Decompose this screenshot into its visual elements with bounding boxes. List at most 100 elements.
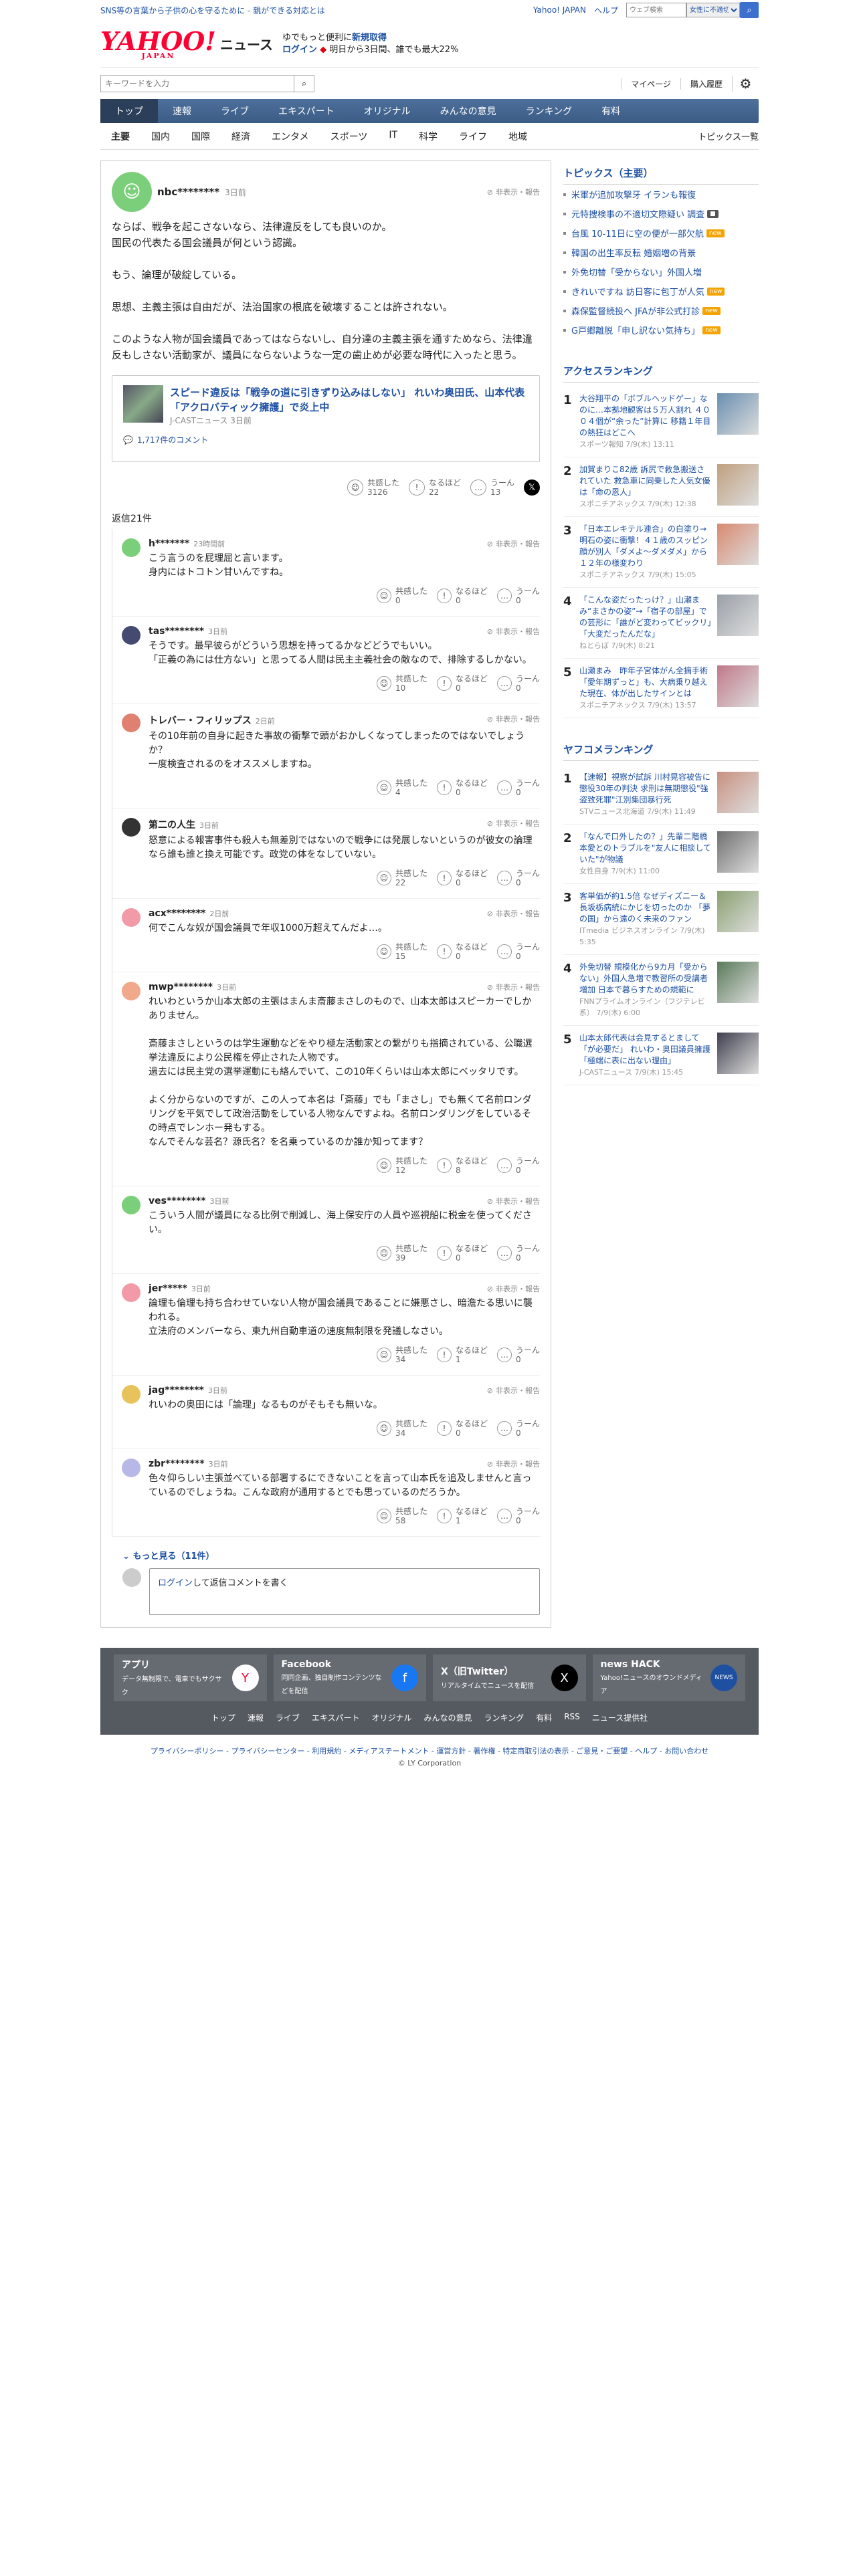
promo-login-link[interactable]: ログイン [282, 45, 317, 55]
rank-title[interactable]: 外免切替 規模化から9カ月「受からない」外国人急増で教習所の受講者増加 日本で暮… [579, 962, 712, 996]
mypage-link[interactable]: マイページ [621, 78, 680, 90]
naruhodo-button[interactable]: ! なるほど 0 [436, 1244, 488, 1263]
footer-link[interactable]: RSS [564, 1712, 580, 1723]
ranking-item[interactable]: 3 客単価が約1.5倍 なぜディズニー＆長坂栃病統にかじを切ったのか 「夢の国」… [563, 884, 759, 955]
x-card[interactable]: X（旧Twitter） リアルタイムでニュースを配信 X [433, 1654, 586, 1701]
naruhodo-button[interactable]: ! なるほど 0 [436, 778, 488, 797]
gear-icon[interactable]: ⚙ [732, 76, 759, 92]
reply-input[interactable]: ログインして返信コメントを書く [149, 1568, 540, 1615]
hmm-button[interactable]: … うーん 0 [496, 778, 540, 797]
naruhodo-button[interactable]: ! なるほど 8 [436, 1156, 488, 1175]
naruhodo-button[interactable]: ! なるほど 1 [436, 1507, 488, 1525]
web-search-select[interactable]: 女性に不適切… [686, 3, 740, 17]
topic-item[interactable]: 台風 10-11日に空の便が一部欠航 new [563, 223, 759, 243]
footer-link[interactable]: ニュース提供社 [592, 1712, 648, 1723]
report-link[interactable]: ⊘ 非表示・報告 [487, 626, 540, 637]
hmm-button[interactable]: … うーん 0 [496, 1244, 540, 1263]
subnav-sports[interactable]: スポーツ [320, 130, 379, 143]
naruhodo-button[interactable]: ! なるほど 22 [408, 478, 461, 497]
footer-link[interactable]: 有料 [536, 1712, 552, 1723]
report-link[interactable]: ⊘ 非表示・報告 [487, 538, 540, 549]
reply-user[interactable]: jag******** 3日前 [149, 1385, 540, 1396]
hmm-button[interactable]: … うーん 0 [496, 1507, 540, 1525]
reply-user[interactable]: h******* 23時間前 [149, 538, 540, 549]
subnav-domestic[interactable]: 国内 [140, 130, 181, 143]
ranking-item[interactable]: 3 「日本エレキテル連合」の白塗り→明石の姿に衝撃！４１歳のスッピン顔が別人「ダ… [563, 517, 759, 588]
reply-user[interactable]: tas******** 3日前 [149, 626, 540, 637]
empathy-button[interactable]: ☺ 共感した 0 [376, 586, 427, 605]
hmm-button[interactable]: … うーん 0 [496, 1346, 540, 1364]
naruhodo-button[interactable]: ! なるほど 0 [436, 1419, 488, 1438]
reply-user[interactable]: jer***** 3日前 [149, 1283, 540, 1294]
report-link[interactable]: ⊘ 非表示・報告 [487, 1283, 540, 1294]
empathy-button[interactable]: ☺ 共感した 34 [376, 1419, 427, 1438]
logo[interactable]: YAHOO! JAPAN ニュース [100, 28, 273, 60]
history-link[interactable]: 購入履歴 [680, 78, 732, 90]
app-card[interactable]: アプリ データ無制限で、電車でもサクサク Y [114, 1654, 267, 1701]
facebook-card[interactable]: Facebook 同同企画、独自制作コンテンツなどを配信 f [273, 1654, 426, 1701]
footer-link[interactable]: トップ [211, 1712, 235, 1723]
rank-title[interactable]: 大谷翔平の「ボブルヘッドゲー」なのに…本拠地観客は５万人割れ ４００４個が“余っ… [579, 393, 712, 439]
web-search-button[interactable]: ⌕ [740, 2, 759, 18]
hmm-button[interactable]: … うーん 0 [496, 1419, 540, 1438]
rank-title[interactable]: 「こんな姿だったっけ？」山瀬まみ“まさかの姿”→「宿子の部屋」での芸形に「誰がど… [579, 595, 712, 640]
ranking-item[interactable]: 1 大谷翔平の「ボブルヘッドゲー」なのに…本拠地観客は５万人割れ ４００４個が“… [563, 387, 759, 457]
topic-item[interactable]: きれいですね 訪日客に包丁が人気 new [563, 282, 759, 301]
empathy-button[interactable]: ☺ 共感した 10 [376, 674, 427, 693]
reply-user[interactable]: トレバー・フィリップス 2日前 [149, 714, 540, 727]
subnav-it[interactable]: IT [378, 130, 408, 143]
report-link[interactable]: ⊘ 非表示・報告 [487, 1385, 540, 1396]
login-link[interactable]: ログイン [158, 1578, 193, 1588]
ranking-item[interactable]: 5 山瀬まみ 昨年子宮体がん全摘手術「愛年期ずっと」も、大病乗り越えた現在、体が… [563, 659, 759, 718]
reply-user[interactable]: ves******** 3日前 [149, 1196, 540, 1206]
footer-link[interactable]: ライブ [276, 1712, 300, 1723]
promo-new-link[interactable]: 新規取得 [352, 33, 387, 43]
report-link[interactable]: ⊘ 非表示・報告 [487, 1459, 540, 1469]
footer-link[interactable]: ランキング [484, 1712, 524, 1723]
ranking-item[interactable]: 5 山本太郎代表は会見するとまして「が必要だ」 れいわ・奥田議員擁護 「極端に表… [563, 1026, 759, 1085]
subnav-entertainment[interactable]: エンタメ [261, 130, 320, 143]
rank-title[interactable]: 「なんで口外したの？」先輩二階橋本愛とのトラブルを"友人に相談していた"が物議 [579, 831, 712, 865]
report-link[interactable]: ⊘ 非表示・報告 [487, 818, 540, 829]
article-title[interactable]: スピード違反は「戦争の道に引きずり込みはしない」 れいわ奥田氏、山本代表「アクロ… [170, 385, 529, 415]
topic-item[interactable]: 外免切替「受からない」外国人増 [563, 262, 759, 282]
comment-user[interactable]: nbc******** [157, 186, 219, 198]
topic-item[interactable]: 森保監督続投へ JFAが非公式打診 new [563, 301, 759, 320]
naruhodo-button[interactable]: ! なるほど 1 [436, 1346, 488, 1364]
report-link[interactable]: ⊘ 非表示・報告 [487, 908, 540, 919]
nav-expert[interactable]: エキスパート [264, 99, 349, 123]
rank-title[interactable]: 山本太郎代表は会見するとまして「が必要だ」 れいわ・奥田議員擁護 「極端に表に出… [579, 1033, 712, 1067]
naruhodo-button[interactable]: ! なるほど 0 [436, 942, 488, 961]
rank-title[interactable]: 加賀まりこ82歳 訴尻で救急搬送されていた 救急車に同乗した人気女優は「命の恩人… [579, 464, 712, 498]
nav-paid[interactable]: 有料 [587, 99, 635, 123]
ranking-item[interactable]: 2 「なんで口外したの？」先輩二階橋本愛とのトラブルを"友人に相談していた"が物… [563, 825, 759, 884]
news-search-button[interactable]: ⌕ [294, 75, 314, 92]
nav-top[interactable]: トップ [100, 99, 158, 123]
subnav-science[interactable]: 科学 [408, 130, 448, 143]
hmm-button[interactable]: … うーん 0 [496, 869, 540, 887]
subnav-main[interactable]: 主要 [100, 130, 140, 143]
hmm-button[interactable]: … うーん 13 [470, 478, 514, 497]
empathy-button[interactable]: ☺ 共感した 22 [376, 869, 427, 887]
rank-title[interactable]: 山瀬まみ 昨年子宮体がん全摘手術「愛年期ずっと」も、大病乗り越えた現在、体が出し… [579, 665, 712, 700]
nav-live[interactable]: ライブ [206, 99, 264, 123]
web-search-input[interactable] [626, 3, 686, 17]
ranking-item[interactable]: 1 【速報】視察が試訴 川村晃容被告に懲役30年の判決 求刑は無期懲役"強盗致死… [563, 765, 759, 825]
footer-link[interactable]: エキスパート [312, 1712, 360, 1723]
help-link[interactable]: ヘルプ [594, 5, 618, 16]
reply-user[interactable]: acx******** 2日前 [149, 908, 540, 919]
naruhodo-button[interactable]: ! なるほど 0 [436, 674, 488, 693]
rank-title[interactable]: 【速報】視察が試訴 川村晃容被告に懲役30年の判決 求刑は無期懲役"強盗致死罪"… [579, 772, 712, 806]
news-search-input[interactable] [100, 75, 294, 92]
top-notice-link[interactable]: SNS等の言葉から子供の心を守るために - 親ができる対応とは [100, 5, 325, 16]
legal-links[interactable]: プライバシーポリシー - プライバシーセンター - 利用規約 - メディアステー… [100, 1745, 759, 1756]
reply-user[interactable]: zbr******** 3日前 [149, 1459, 540, 1469]
nav-ranking[interactable]: ランキング [511, 99, 587, 123]
hmm-button[interactable]: … うーん 0 [496, 586, 540, 605]
ranking-item[interactable]: 4 外免切替 規模化から9カ月「受からない」外国人急増で教習所の受講者増加 日本… [563, 955, 759, 1026]
hmm-button[interactable]: … うーん 0 [496, 674, 540, 693]
ranking-item[interactable]: 4 「こんな姿だったっけ？」山瀬まみ“まさかの姿”→「宿子の部屋」での芸形に「誰… [563, 588, 759, 659]
empathy-button[interactable]: ☺ 共感した 3126 [347, 478, 399, 497]
subnav-region[interactable]: 地域 [498, 130, 538, 143]
nav-flash[interactable]: 速報 [158, 99, 206, 123]
